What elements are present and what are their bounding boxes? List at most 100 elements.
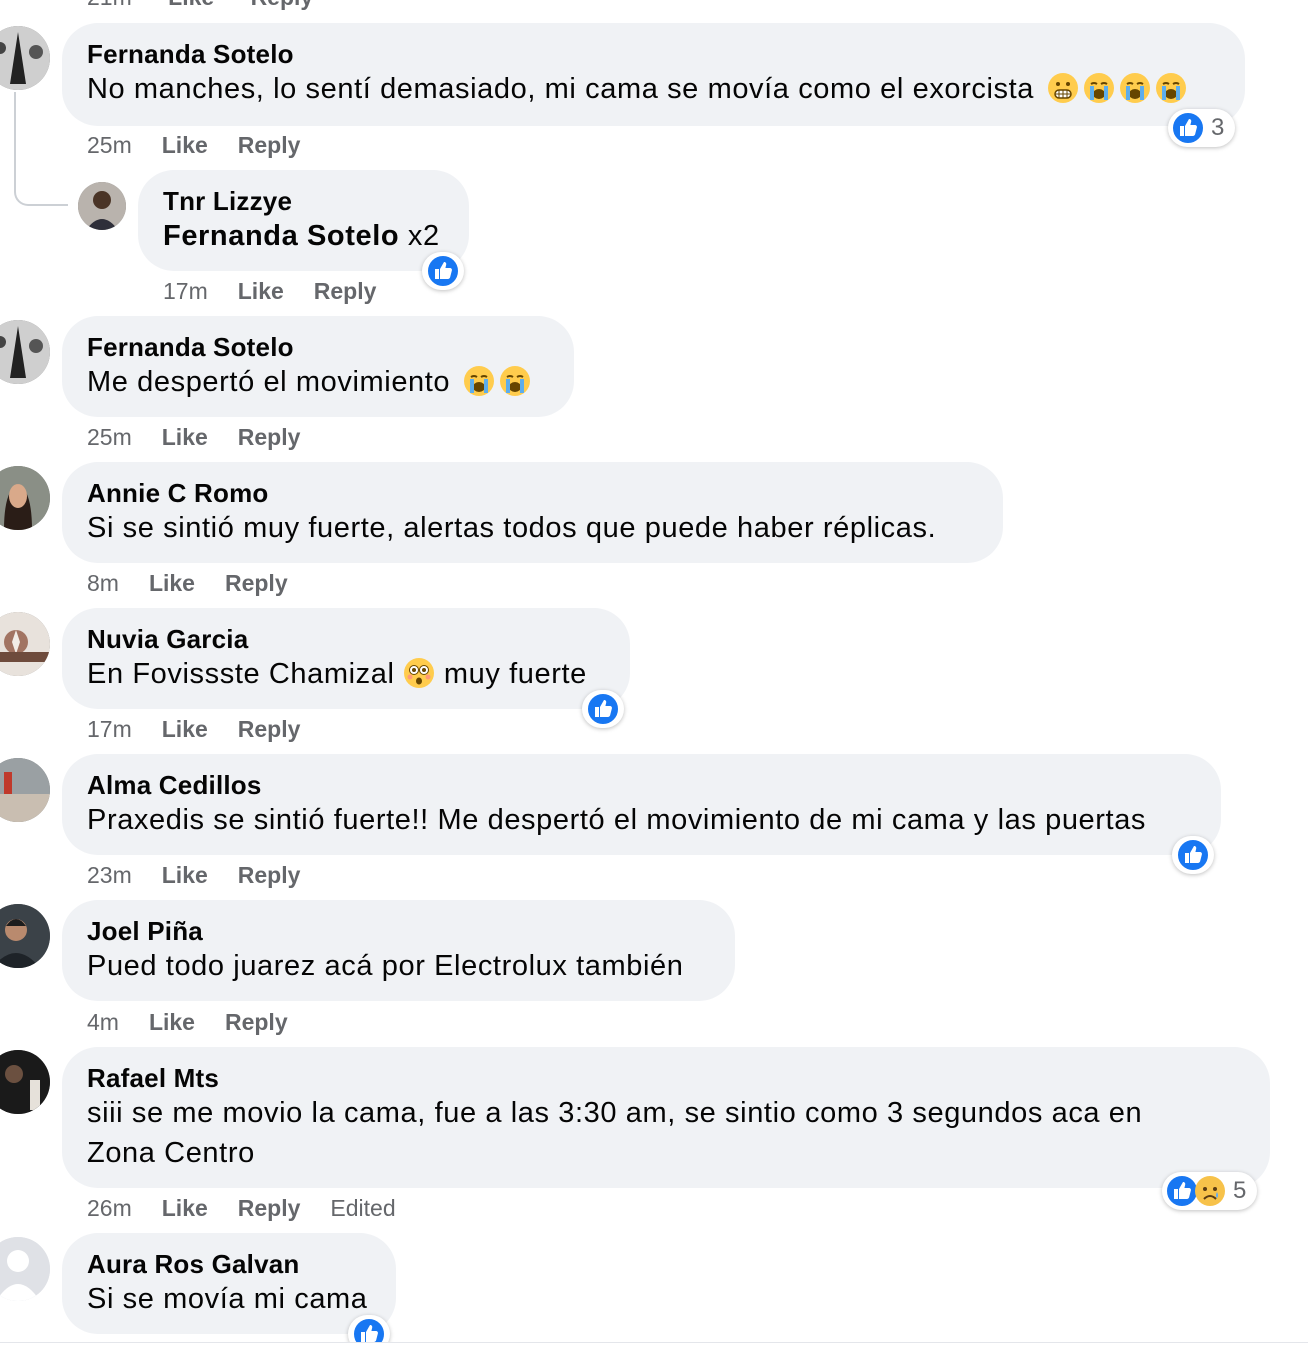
- reply-link[interactable]: Reply: [225, 1007, 288, 1037]
- like-link[interactable]: Like: [162, 714, 208, 744]
- comment-time[interactable]: 25m: [87, 130, 132, 160]
- loudly-crying-face-icon: [1119, 72, 1151, 104]
- avatar[interactable]: [0, 1237, 50, 1301]
- avatar[interactable]: [0, 320, 50, 384]
- comment-meta: 4m Like Reply: [87, 1007, 318, 1037]
- comment-meta: 17m Like Reply: [163, 276, 406, 306]
- like-link[interactable]: Like: [238, 276, 284, 306]
- comment-author[interactable]: Rafael Mts: [87, 1063, 1245, 1093]
- comment-bubble: Rafael Mts siii se me movio la cama, fue…: [62, 1047, 1270, 1188]
- comment-time[interactable]: 23m: [87, 860, 132, 890]
- comment-time[interactable]: 25m: [87, 422, 132, 452]
- comment-meta: 26m Like Reply Edited: [87, 1193, 426, 1223]
- comment-bubble: Alma Cedillos Praxedis se sintió fuerte!…: [62, 754, 1221, 855]
- comment-text: Si se sintió muy fuerte, alertas todos q…: [87, 512, 937, 544]
- edited-label[interactable]: Edited: [330, 1193, 395, 1223]
- comment-time[interactable]: 8m: [87, 568, 119, 598]
- avatar[interactable]: [0, 1050, 50, 1114]
- flushed-face-icon: [403, 657, 435, 689]
- mention-link[interactable]: Fernanda Sotelo: [163, 220, 399, 252]
- comment-bubble: Nuvia Garcia En Fovissste Chamizal muy f…: [62, 608, 630, 709]
- reaction-summary[interactable]: [422, 252, 464, 290]
- comment-bubble: Joel Piña Pued todo juarez acá por Elect…: [62, 900, 735, 1001]
- comment-text: Pued todo juarez acá por Electrolux tamb…: [87, 950, 684, 982]
- avatar[interactable]: [0, 466, 50, 530]
- comment-meta: 17m Like Reply: [87, 714, 330, 744]
- comment-bubble: Fernanda Sotelo Me despertó el movimient…: [62, 316, 574, 417]
- comment-text: Si se movía mi cama: [87, 1283, 368, 1315]
- comment-bubble: Annie C Romo Si se sintió muy fuerte, al…: [62, 462, 1003, 563]
- reaction-count: 5: [1233, 1177, 1247, 1204]
- reaction-summary[interactable]: [582, 690, 624, 728]
- grimacing-face-icon: [1047, 72, 1079, 104]
- comment-text-body: Me despertó el movimiento: [87, 366, 451, 398]
- avatar[interactable]: [0, 26, 50, 90]
- comment-author[interactable]: Joel Piña: [87, 916, 710, 946]
- comment-author[interactable]: Alma Cedillos: [87, 770, 1196, 800]
- like-link[interactable]: Like: [149, 1007, 195, 1037]
- sad-reaction-icon: [1193, 1174, 1227, 1208]
- reaction-summary[interactable]: 5: [1162, 1172, 1258, 1210]
- comment-time[interactable]: 26m: [87, 1193, 132, 1223]
- loudly-crying-face-icon: [1083, 72, 1115, 104]
- comment-meta: 23m Like Reply: [87, 860, 330, 890]
- comment-text: En Fovissste Chamizal muy fuerte: [87, 654, 605, 694]
- comment-text-body: No manches, lo sentí demasiado, mi cama …: [87, 73, 1035, 105]
- comment-author[interactable]: Nuvia Garcia: [87, 624, 605, 654]
- avatar[interactable]: [0, 758, 50, 822]
- comment-author[interactable]: Tnr Lizzye: [163, 186, 444, 216]
- reply-link[interactable]: Reply: [238, 860, 301, 890]
- like-link[interactable]: Like: [162, 422, 208, 452]
- avatar[interactable]: [0, 904, 50, 968]
- comment-author[interactable]: Fernanda Sotelo: [87, 39, 1220, 69]
- loudly-crying-face-icon: [1155, 72, 1187, 104]
- avatar[interactable]: [0, 612, 50, 676]
- reply-link[interactable]: Reply: [225, 568, 288, 598]
- comment-bubble: Aura Ros Galvan Si se movía mi cama: [62, 1233, 396, 1334]
- comment-text: Me despertó el movimiento: [87, 362, 549, 402]
- loudly-crying-face-icon: [499, 365, 531, 397]
- like-reaction-icon: [1176, 838, 1210, 872]
- previous-like-link[interactable]: Like: [168, 0, 214, 10]
- comment-bubble: Fernanda Sotelo No manches, lo sentí dem…: [62, 23, 1245, 126]
- reaction-count: 3: [1211, 114, 1225, 141]
- comment-time[interactable]: 4m: [87, 1007, 119, 1037]
- comment-text-body: x2: [399, 220, 440, 252]
- reply-link[interactable]: Reply: [238, 1193, 301, 1223]
- comment-text: Fernanda Sotelo x2: [163, 216, 444, 256]
- comment-text-body: En Fovissste Chamizal: [87, 658, 404, 690]
- comment-meta: 25m Like Reply: [87, 130, 330, 160]
- reply-link[interactable]: Reply: [238, 130, 301, 160]
- comment-time[interactable]: 17m: [87, 714, 132, 744]
- like-reaction-icon: [1171, 111, 1205, 145]
- comment-time[interactable]: 17m: [163, 276, 208, 306]
- previous-reply-link[interactable]: Reply: [251, 0, 314, 10]
- like-link[interactable]: Like: [149, 568, 195, 598]
- avatar[interactable]: [78, 182, 126, 230]
- comment-author[interactable]: Fernanda Sotelo: [87, 332, 549, 362]
- like-link[interactable]: Like: [162, 860, 208, 890]
- previous-comment-meta: 21m Like Reply: [87, 0, 313, 11]
- reaction-summary[interactable]: 3: [1168, 109, 1236, 147]
- comment-text: siii se me movio la cama, fue a las 3:30…: [87, 1097, 1151, 1169]
- reply-thread-line: [14, 92, 68, 206]
- comment-text: Praxedis se sintió fuerte!! Me despertó …: [87, 804, 1147, 836]
- comment-text: No manches, lo sentí demasiado, mi cama …: [87, 69, 1220, 109]
- like-link[interactable]: Like: [162, 1193, 208, 1223]
- like-reaction-icon: [586, 692, 620, 726]
- like-reaction-icon: [426, 254, 460, 288]
- reply-link[interactable]: Reply: [238, 714, 301, 744]
- reply-link[interactable]: Reply: [238, 422, 301, 452]
- comment-author[interactable]: Annie C Romo: [87, 478, 978, 508]
- previous-comment-time: 21m: [87, 0, 132, 10]
- reply-link[interactable]: Reply: [314, 276, 377, 306]
- comment-meta: 8m Like Reply: [87, 568, 318, 598]
- comment-author[interactable]: Aura Ros Galvan: [87, 1249, 371, 1279]
- comment-text-body: muy fuerte: [435, 658, 587, 690]
- page-bottom-edge: [0, 1342, 1308, 1359]
- loudly-crying-face-icon: [463, 365, 495, 397]
- comment-meta: 25m Like Reply: [87, 422, 330, 452]
- reply-bubble: Tnr Lizzye Fernanda Sotelo x2: [138, 170, 469, 271]
- like-link[interactable]: Like: [162, 130, 208, 160]
- reaction-summary[interactable]: [1172, 836, 1214, 874]
